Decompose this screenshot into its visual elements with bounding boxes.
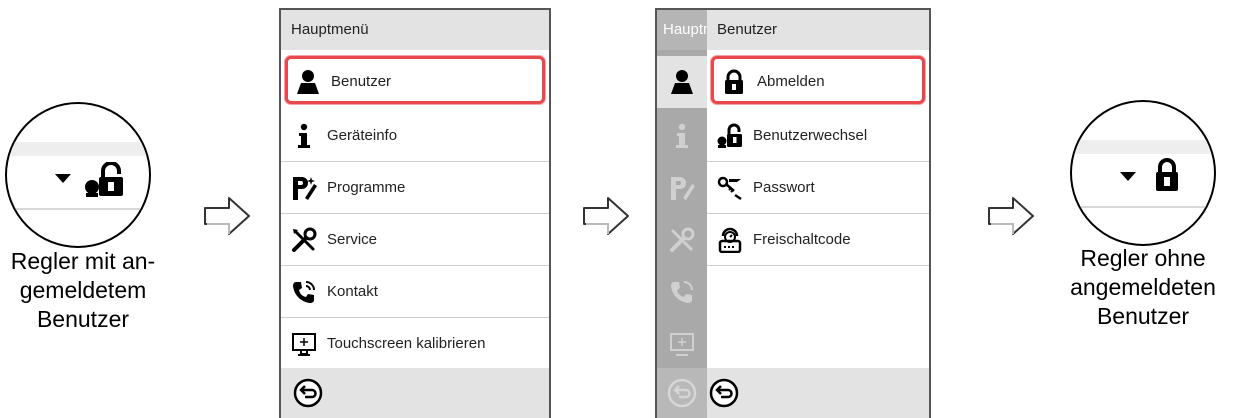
status-zoom-logged-out [1070, 100, 1216, 246]
zoom-header-band [1072, 140, 1214, 154]
menu-item-label: Geräteinfo [327, 127, 398, 144]
service-tools-icon [670, 227, 695, 252]
unlock-code-icon [718, 227, 742, 253]
menu-item-programme[interactable]: Programme [281, 162, 549, 214]
service-tools-icon [292, 227, 317, 252]
chevron-down-icon [55, 174, 71, 183]
main-menu-rail: Hauptmenü [657, 10, 707, 418]
caption-logged-in: Regler mit an- gemeldetem Benutzer [10, 248, 156, 332]
chevron-down-icon [1120, 172, 1136, 181]
info-icon [298, 123, 310, 148]
page-title: Benutzer [707, 10, 929, 50]
user-menu-screen: Hauptmenü [655, 8, 931, 418]
info-icon [676, 123, 688, 148]
arrow-right-icon [988, 197, 1034, 235]
lock-icon [1156, 158, 1178, 191]
menu-item-abmelden[interactable]: Abmelden [711, 56, 925, 104]
menu-item-label: Kontakt [327, 283, 378, 300]
menu-item-benutzer[interactable]: Benutzer [285, 56, 545, 104]
menu-item-label: Freischaltcode [753, 231, 851, 248]
user-submenu: Benutzer Abmelden Benutzerwechsel Passwo… [707, 10, 929, 418]
menu-item-geraeteinfo[interactable]: Geräteinfo [281, 110, 549, 162]
phone-icon [671, 281, 693, 303]
back-icon [667, 378, 697, 408]
rail-item-kontakt[interactable] [657, 266, 707, 318]
menu-item-freischaltcode[interactable]: Freischaltcode [707, 214, 929, 266]
status-zoom-logged-in [5, 102, 151, 248]
rail-item-touchscreen[interactable] [657, 318, 707, 370]
user-switch-icon [717, 123, 742, 148]
menu-item-label: Service [327, 231, 378, 248]
touchscreen-icon [670, 333, 694, 356]
programs-icon [293, 177, 317, 200]
menu-item-label: Passwort [753, 179, 815, 196]
user-icon [297, 70, 319, 94]
user-icon [671, 70, 693, 94]
phone-icon [293, 281, 315, 303]
touchscreen-icon [292, 333, 316, 356]
rail-item-benutzer[interactable] [657, 56, 707, 108]
menu-item-benutzerwechsel[interactable]: Benutzerwechsel [707, 110, 929, 162]
lock-icon [725, 69, 743, 94]
menu-item-service[interactable]: Service [281, 214, 549, 266]
password-key-icon [717, 176, 742, 201]
rail-item-geraeteinfo[interactable] [657, 110, 707, 162]
arrow-right-icon [204, 197, 250, 235]
menu-item-label: Touchscreen kalibrieren [327, 335, 486, 352]
menu-item-label: Abmelden [757, 73, 825, 90]
menu-item-label: Programme [327, 179, 406, 196]
menu-item-touchscreen-kalibrieren[interactable]: Touchscreen kalibrieren [281, 318, 549, 370]
bottom-bar [707, 368, 929, 418]
rail-bottom-bar [657, 368, 707, 418]
rail-title: Hauptmenü [657, 10, 707, 50]
menu-item-label: Benutzer [331, 73, 392, 90]
page-title: Hauptmenü [281, 10, 549, 50]
menu-item-passwort[interactable]: Passwort [707, 162, 929, 214]
unlocked-user-icon [85, 162, 123, 197]
zoom-header-band [7, 142, 149, 156]
arrow-right-icon [583, 197, 629, 235]
rail-item-programme[interactable] [657, 162, 707, 214]
back-icon[interactable] [709, 378, 739, 408]
bottom-bar [281, 368, 549, 418]
programs-icon [671, 177, 695, 200]
menu-item-kontakt[interactable]: Kontakt [281, 266, 549, 318]
back-icon[interactable] [293, 378, 323, 408]
rail-item-service[interactable] [657, 214, 707, 266]
zoom-divider [1072, 206, 1214, 208]
caption-logged-out: Regler ohne angemeldeten Benutzer [1070, 245, 1216, 329]
zoom-divider [7, 208, 149, 210]
main-menu-screen: Hauptmenü Benutzer Geräteinfo Programme … [279, 8, 551, 418]
menu-item-label: Benutzerwechsel [753, 127, 868, 144]
